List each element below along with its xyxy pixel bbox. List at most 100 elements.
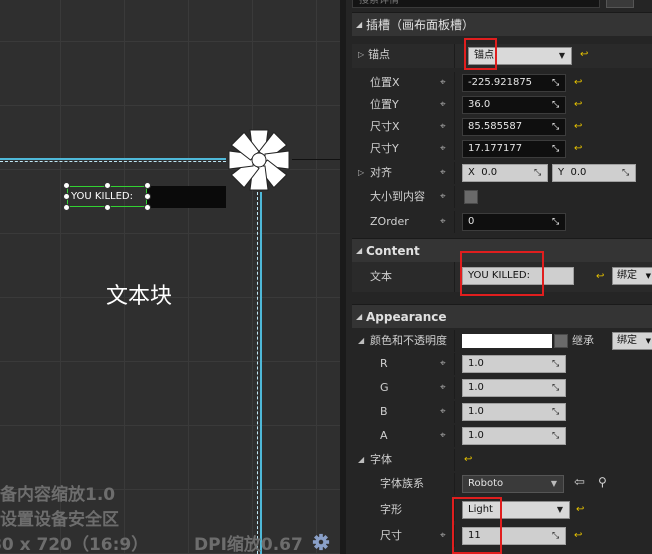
pin-icon[interactable]: ⌖ (440, 77, 446, 88)
safe-zone-guide-vertical (260, 192, 262, 554)
text-bind-button[interactable]: 绑定 ▼ (612, 267, 652, 285)
row-position-y: 位置Y ⌖ 36.0 ⤡ ↩ (352, 94, 652, 116)
size-x-label: 尺寸X (370, 120, 400, 133)
pin-icon[interactable]: ⌖ (440, 191, 446, 202)
category-appearance-label: Appearance (366, 310, 447, 324)
reset-to-default-icon[interactable]: ↩ (580, 48, 588, 62)
category-appearance[interactable]: ◢ Appearance (352, 304, 652, 328)
g-input[interactable]: 1.0 ⤡ (462, 379, 566, 397)
reset-to-default-icon[interactable]: ↩ (574, 142, 582, 156)
reset-to-default-icon[interactable]: ↩ (464, 453, 472, 467)
details-search-input[interactable]: 搜索详情 (352, 0, 600, 8)
spin-arrows-icon[interactable]: ⤡ (552, 407, 562, 417)
spin-arrows-icon[interactable]: ⤡ (552, 531, 562, 541)
position-x-label: 位置X (370, 76, 400, 89)
row-font-family: 字体族系 Roboto ▼ ⇦ ⚲ (352, 473, 652, 495)
column-divider (454, 211, 455, 233)
anchor-medallion-icon[interactable] (226, 128, 292, 192)
resize-handle-top-right[interactable] (144, 182, 151, 189)
font-family-dropdown[interactable]: Roboto ▼ (462, 475, 564, 493)
expand-triangle-icon[interactable]: ▷ (358, 162, 364, 184)
position-y-input[interactable]: 36.0 ⤡ (462, 96, 566, 114)
pin-icon[interactable]: ⌖ (440, 167, 446, 178)
b-input[interactable]: 1.0 ⤡ (462, 403, 566, 421)
search-icon[interactable]: ⚲ (598, 475, 607, 489)
spin-arrows-icon[interactable]: ⤡ (552, 217, 562, 227)
text-value: YOU KILLED: (468, 270, 530, 281)
resize-handle-bottom[interactable] (104, 204, 111, 211)
dpi-settings-gear-icon[interactable] (312, 533, 330, 551)
reset-to-default-icon[interactable]: ↩ (574, 120, 582, 134)
spin-arrows-icon[interactable]: ⤡ (622, 168, 632, 178)
spin-arrows-icon[interactable]: ⤡ (552, 144, 562, 154)
resize-handle-top-left[interactable] (63, 182, 70, 189)
zorder-input[interactable]: 0 ⤡ (462, 213, 566, 231)
size-y-input[interactable]: 17.177177 ⤡ (462, 140, 566, 158)
text-block-preview-label: 文本块 (106, 284, 173, 309)
color-bind-button[interactable]: 绑定 ▼ (612, 332, 652, 350)
reset-to-default-icon[interactable]: ↩ (574, 76, 582, 90)
resize-handle-bottom-right[interactable] (144, 204, 151, 211)
inherit-label: 继承 (572, 334, 594, 347)
details-panel: 搜索详情 ◢ 插槽（画布面板槽） ▷ 锚点 锚点 ▼ ↩ 位置X ⌖ -225.… (340, 0, 652, 554)
collapse-triangle-icon[interactable]: ◢ (358, 330, 364, 352)
resolution-info: 80 x 720（16:9） (0, 535, 149, 554)
alignment-y-input[interactable]: Y 0.0 ⤡ (552, 164, 636, 182)
resize-handle-top[interactable] (104, 182, 111, 189)
size-x-input[interactable]: 85.585587 ⤡ (462, 118, 566, 136)
reset-to-default-icon[interactable]: ↩ (576, 503, 584, 517)
pin-icon[interactable]: ⌖ (440, 430, 446, 441)
safe-zone-guide-horizontal (0, 158, 226, 160)
typeface-dropdown[interactable]: Light ▼ (462, 501, 570, 519)
text-label: 文本 (370, 270, 392, 283)
pin-icon[interactable]: ⌖ (440, 121, 446, 132)
device-safe-zone-info: 设置设备安全区 (0, 510, 119, 530)
browse-arrow-icon[interactable]: ⇦ (574, 475, 585, 490)
resize-handle-right[interactable] (144, 193, 151, 200)
designer-viewport[interactable]: 文本块 YOU KILLED: 备内容缩放1.0 设置设备安全区 80 x 72… (0, 0, 340, 554)
size-to-content-checkbox[interactable] (464, 190, 478, 204)
spin-arrows-icon[interactable]: ⤡ (534, 168, 544, 178)
zorder-value: 0 (468, 216, 475, 227)
font-size-input[interactable]: 11 ⤡ (462, 527, 566, 545)
pin-icon[interactable]: ⌖ (440, 143, 446, 154)
spin-arrows-icon[interactable]: ⤡ (552, 122, 562, 132)
pin-icon[interactable]: ⌖ (440, 406, 446, 417)
reset-to-default-icon[interactable]: ↩ (596, 270, 604, 284)
alignment-x-input[interactable]: X 0.0 ⤡ (462, 164, 548, 182)
resize-handle-left[interactable] (63, 193, 70, 200)
text-input[interactable]: YOU KILLED: (462, 267, 574, 285)
column-divider (454, 44, 455, 68)
pin-icon[interactable]: ⌖ (440, 99, 446, 110)
position-x-input[interactable]: -225.921875 ⤡ (462, 74, 566, 92)
color-swatch[interactable] (462, 334, 552, 348)
pin-icon[interactable]: ⌖ (440, 530, 446, 541)
dropdown-arrow-icon: ▼ (645, 337, 651, 345)
spin-arrows-icon[interactable]: ⤡ (552, 431, 562, 441)
a-input[interactable]: 1.0 ⤡ (462, 427, 566, 445)
spin-arrows-icon[interactable]: ⤡ (552, 100, 562, 110)
expand-triangle-icon[interactable]: ▷ (358, 44, 364, 66)
r-input[interactable]: 1.0 ⤡ (462, 355, 566, 373)
pin-icon[interactable]: ⌖ (440, 358, 446, 369)
anchors-dropdown[interactable]: 锚点 ▼ (468, 47, 572, 65)
inherit-checkbox[interactable] (554, 334, 568, 348)
category-slot[interactable]: ◢ 插槽（画布面板槽） (352, 12, 652, 36)
pin-icon[interactable]: ⌖ (440, 382, 446, 393)
pin-icon[interactable]: ⌖ (440, 216, 446, 227)
size-y-label: 尺寸Y (370, 142, 399, 155)
bind-label: 绑定 (617, 335, 637, 346)
reset-to-default-icon[interactable]: ↩ (574, 529, 582, 543)
font-family-label: 字体族系 (380, 477, 424, 490)
position-x-value: -225.921875 (468, 77, 533, 88)
row-font: ◢ 字体 ↩ (352, 449, 652, 471)
spin-arrows-icon[interactable]: ⤡ (552, 78, 562, 88)
view-options-icon[interactable] (606, 0, 634, 8)
reset-to-default-icon[interactable]: ↩ (574, 98, 582, 112)
dropdown-arrow-icon: ▼ (645, 272, 651, 280)
category-content[interactable]: ◢ Content (352, 238, 652, 262)
resize-handle-bottom-left[interactable] (63, 204, 70, 211)
spin-arrows-icon[interactable]: ⤡ (552, 359, 562, 369)
collapse-triangle-icon[interactable]: ◢ (358, 449, 364, 471)
spin-arrows-icon[interactable]: ⤡ (552, 383, 562, 393)
